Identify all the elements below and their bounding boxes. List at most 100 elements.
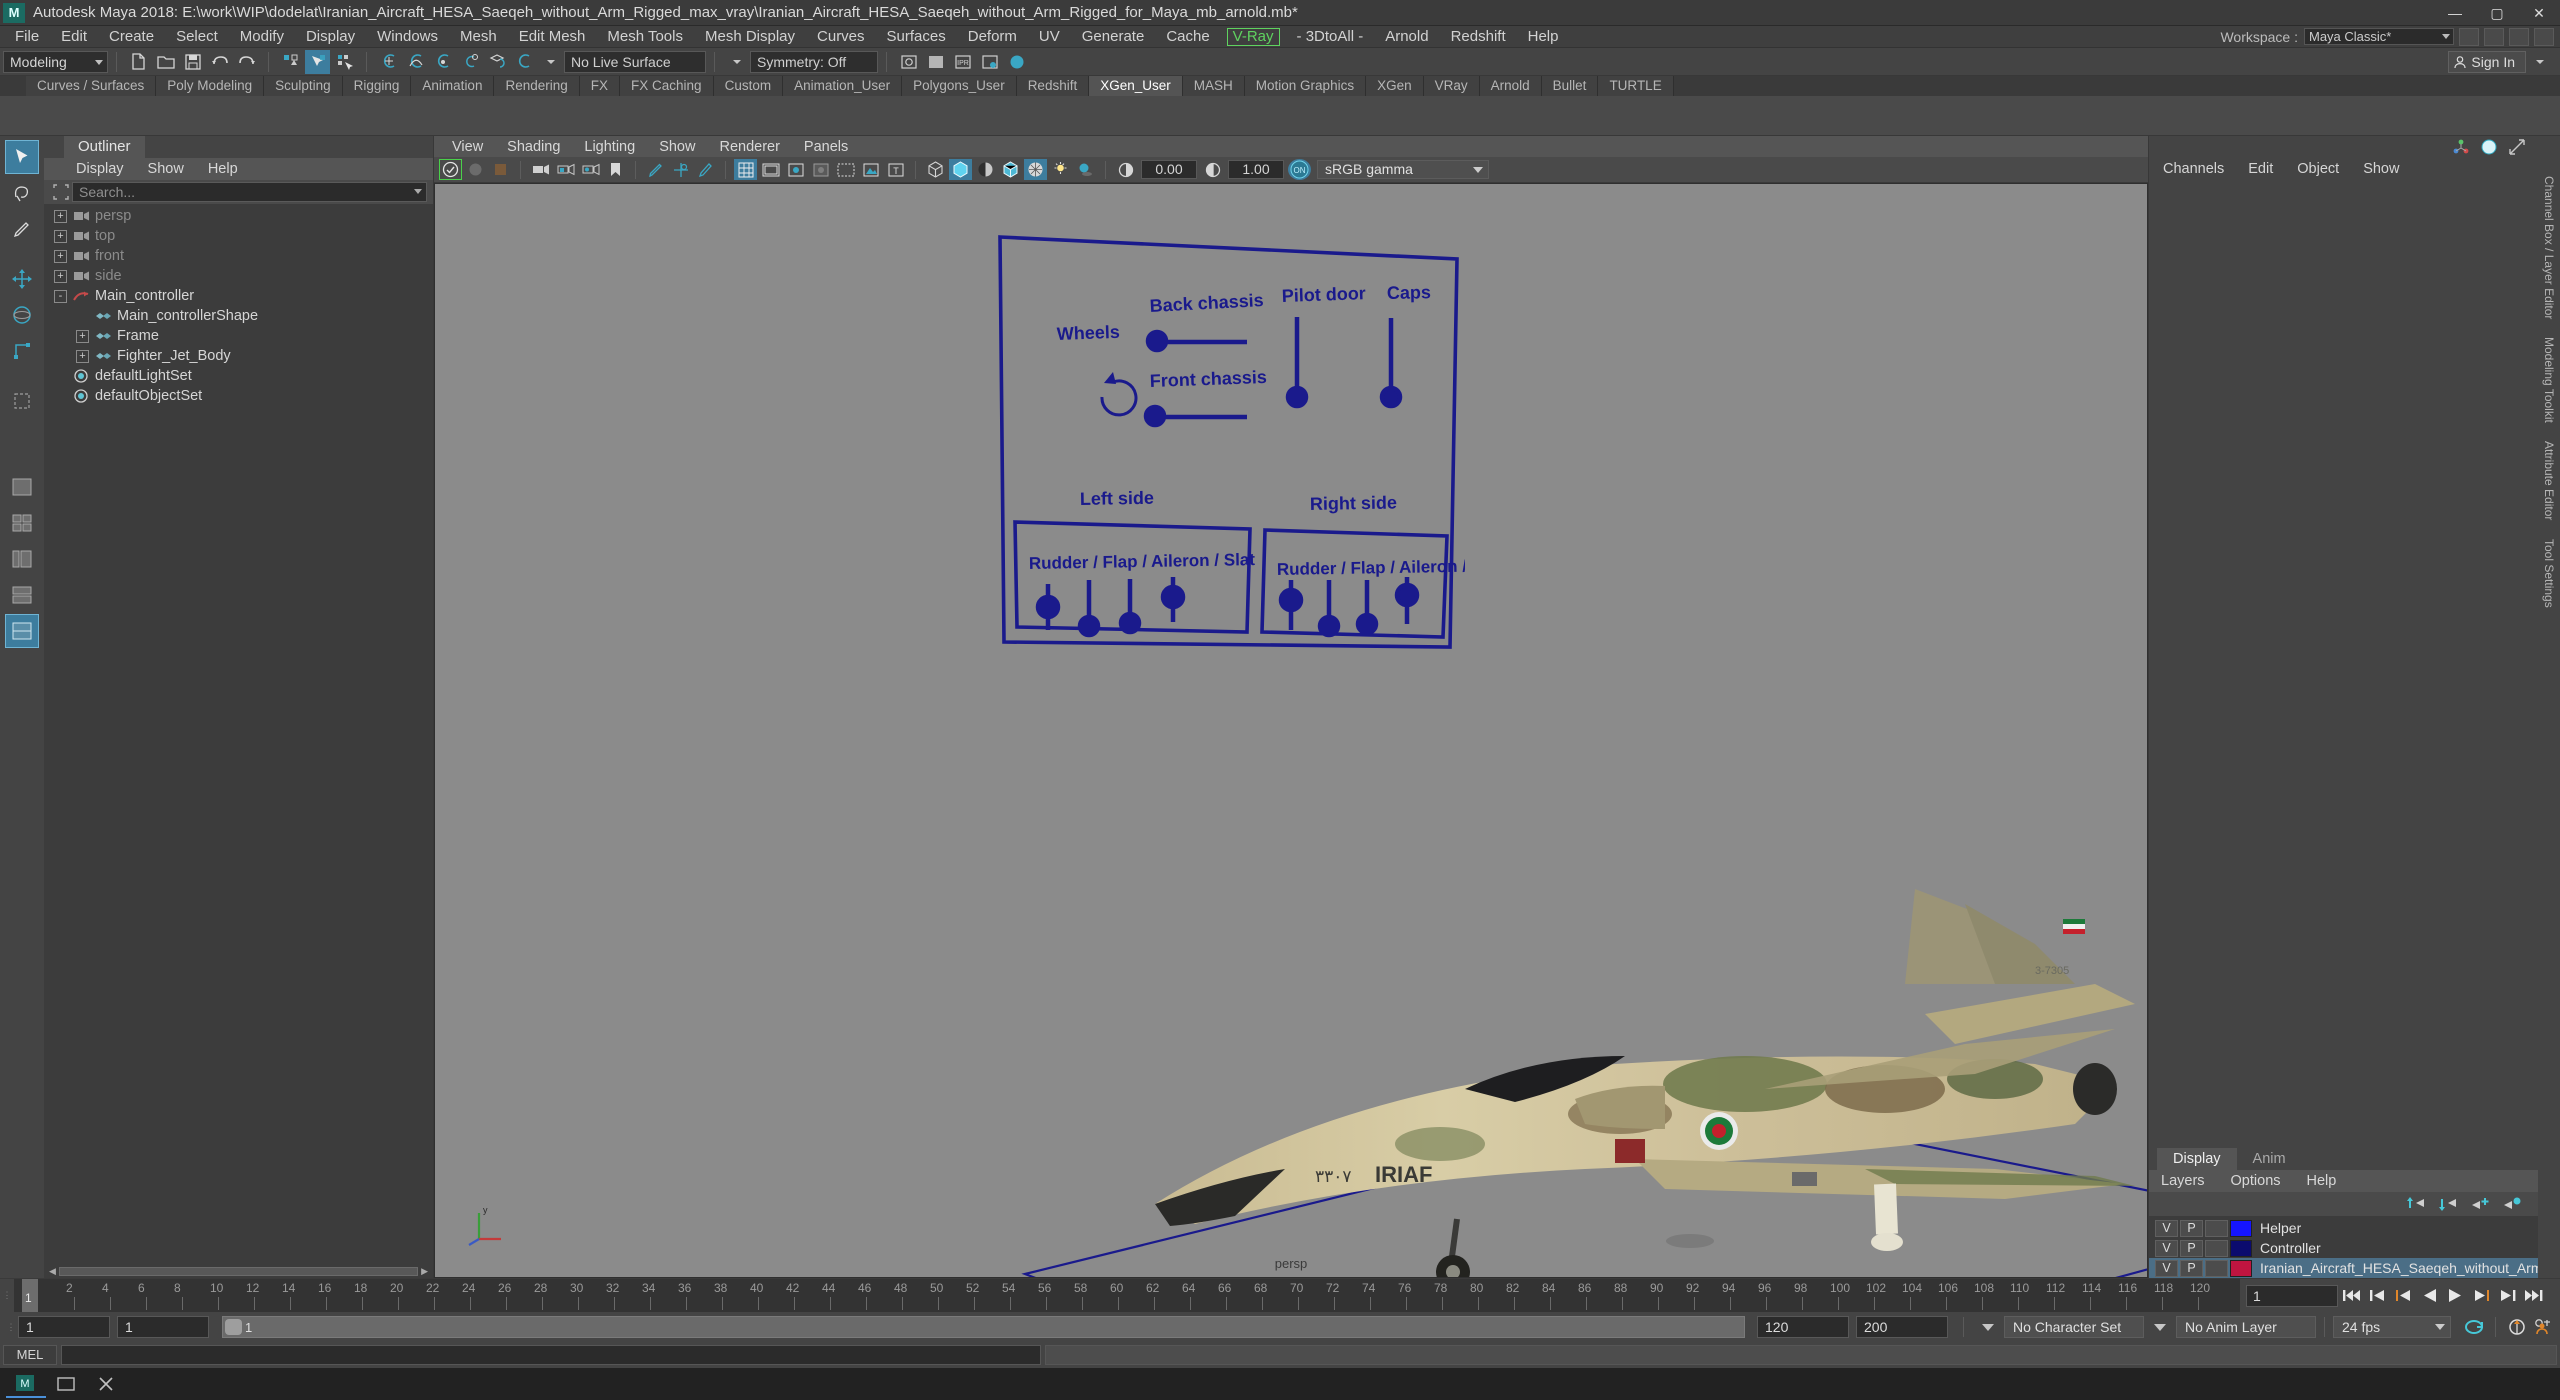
menu-item-edit-mesh[interactable]: Edit Mesh bbox=[508, 26, 597, 48]
menu-item-modify[interactable]: Modify bbox=[229, 26, 295, 48]
rail-tab-channel-box-layer-editor[interactable]: Channel Box / Layer Editor bbox=[2542, 176, 2556, 319]
xray-icon[interactable] bbox=[859, 159, 882, 180]
expand-toggle-icon[interactable]: + bbox=[54, 229, 67, 243]
search-filter-icon[interactable] bbox=[50, 183, 72, 201]
menu-item-uv[interactable]: UV bbox=[1028, 26, 1071, 48]
perspective-viewport[interactable]: IRIAF ۳۳۰۷ 3-7305 Wheels Back chassis Fr… bbox=[434, 183, 2148, 1278]
smooth-shade-icon[interactable] bbox=[949, 159, 972, 180]
camera-sphere-icon[interactable] bbox=[464, 159, 487, 180]
channel-box-body[interactable] bbox=[2149, 180, 2538, 1148]
gamma-field[interactable]: 1.00 bbox=[1228, 160, 1284, 179]
minimize-button[interactable]: — bbox=[2434, 0, 2476, 26]
paint-select-tool-icon[interactable] bbox=[5, 212, 39, 246]
layer-visibility-toggle[interactable]: V bbox=[2155, 1219, 2178, 1237]
play-backwards-icon[interactable] bbox=[2416, 1285, 2442, 1307]
shelf-tab-sculpting[interactable]: Sculpting bbox=[264, 76, 343, 96]
script-language-button[interactable]: MEL bbox=[3, 1345, 57, 1365]
animation-preferences-icon[interactable] bbox=[2530, 1316, 2556, 1338]
scroll-left-icon[interactable]: ◀ bbox=[46, 1266, 59, 1277]
channel-box-menu-object[interactable]: Object bbox=[2297, 161, 2353, 177]
film-gate-icon[interactable] bbox=[759, 159, 782, 180]
shelf-tab-poly-modeling[interactable]: Poly Modeling bbox=[156, 76, 265, 96]
color-management-toggle-icon[interactable]: ON bbox=[1288, 159, 1311, 180]
outliner-item-side[interactable]: + side bbox=[44, 266, 433, 286]
layer-playback-toggle[interactable]: P bbox=[2180, 1239, 2203, 1257]
text-icon[interactable]: T bbox=[884, 159, 907, 180]
move-layer-down-icon[interactable] bbox=[2436, 1194, 2460, 1214]
outliner-item-persp[interactable]: + persp bbox=[44, 206, 433, 226]
step-back-frame-icon[interactable] bbox=[2390, 1285, 2416, 1307]
outliner-item-main-controller[interactable]: - Main_controller bbox=[44, 286, 433, 306]
menu-item-generate[interactable]: Generate bbox=[1071, 26, 1156, 48]
viewport-menu-show[interactable]: Show bbox=[647, 139, 707, 155]
close-button[interactable]: ✕ bbox=[2518, 0, 2560, 26]
menu-set-selector[interactable]: Modeling bbox=[3, 50, 108, 73]
workspace-menu-icon[interactable] bbox=[2534, 27, 2554, 46]
menu-item-mesh[interactable]: Mesh bbox=[449, 26, 508, 48]
snap-to-point-icon[interactable] bbox=[430, 50, 455, 74]
shelf-tab-xgen[interactable]: XGen bbox=[1366, 76, 1424, 96]
viewport-menu-lighting[interactable]: Lighting bbox=[572, 139, 647, 155]
new-layer-icon[interactable] bbox=[2468, 1194, 2492, 1214]
render-sequence-icon[interactable] bbox=[923, 50, 948, 74]
new-scene-icon[interactable] bbox=[126, 50, 151, 74]
step-forward-key-icon[interactable] bbox=[2494, 1285, 2520, 1307]
anim-end-field[interactable]: 200 bbox=[1856, 1316, 1948, 1338]
color-management-selector[interactable]: sRGB gamma bbox=[1317, 160, 1489, 179]
expand-toggle-icon[interactable]: + bbox=[54, 209, 67, 223]
auto-keyframe-icon[interactable] bbox=[2504, 1316, 2530, 1338]
outliner-menu-help[interactable]: Help bbox=[196, 161, 250, 177]
anim-start-field[interactable]: 1 bbox=[18, 1316, 110, 1338]
select-camera-view-icon[interactable] bbox=[529, 159, 552, 180]
move-layer-up-icon[interactable] bbox=[2404, 1194, 2428, 1214]
layer-tab-display[interactable]: Display bbox=[2157, 1148, 2237, 1170]
channel-box-menu-edit[interactable]: Edit bbox=[2248, 161, 2287, 177]
snap-to-projected-center-icon[interactable] bbox=[457, 50, 482, 74]
menu-item-curves[interactable]: Curves bbox=[806, 26, 876, 48]
menu-item-file[interactable]: File bbox=[4, 26, 50, 48]
character-set-field[interactable]: No Character Set bbox=[2004, 1316, 2144, 1338]
current-frame-field[interactable]: 1 bbox=[2246, 1284, 2338, 1307]
modeling-toolkit-icon[interactable] bbox=[2506, 138, 2528, 156]
use-default-lighting-icon[interactable] bbox=[1049, 159, 1072, 180]
menu-item-mesh-display[interactable]: Mesh Display bbox=[694, 26, 806, 48]
range-grip[interactable]: ⋮ bbox=[4, 1321, 18, 1333]
menu-item-display[interactable]: Display bbox=[295, 26, 366, 48]
workspace-lock-icon[interactable] bbox=[2509, 27, 2529, 46]
shelf-tab-mash[interactable]: MASH bbox=[1182, 76, 1245, 96]
workspace-selector[interactable]: Maya Classic* bbox=[2304, 28, 2454, 45]
shelf-tab-arnold[interactable]: Arnold bbox=[1479, 76, 1542, 96]
menu-item-help[interactable]: Help bbox=[1517, 26, 1570, 48]
timeline-grip[interactable]: ⋮ bbox=[0, 1279, 14, 1312]
display-layer-row[interactable]: VP. Controller bbox=[2149, 1238, 2538, 1258]
outliner-item-fighter-jet-body[interactable]: + Fighter_Jet_Body bbox=[44, 346, 433, 366]
outliner-item-defaultobjectset[interactable]: defaultObjectSet bbox=[44, 386, 433, 406]
outliner-item-frame[interactable]: + Frame bbox=[44, 326, 433, 346]
maya-app-icon[interactable]: M bbox=[6, 1370, 46, 1398]
outliner-menu-show[interactable]: Show bbox=[136, 161, 196, 177]
symmetry-field[interactable]: Symmetry: Off bbox=[750, 50, 878, 73]
display-layer-row[interactable]: VP. Iranian_Aircraft_HESA_Saeqeh_without_… bbox=[2149, 1258, 2538, 1278]
render-current-frame-icon[interactable] bbox=[896, 50, 921, 74]
timeline-current-frame-indicator[interactable]: 1 bbox=[22, 1279, 38, 1312]
persp-outliner-view-icon[interactable] bbox=[5, 542, 39, 576]
layer-visibility-toggle[interactable]: V bbox=[2155, 1259, 2178, 1277]
menu-item-vray[interactable]: V-Ray bbox=[1226, 27, 1280, 46]
layer-playback-toggle[interactable]: P bbox=[2180, 1259, 2203, 1277]
rail-tab-tool-settings[interactable]: Tool Settings bbox=[2542, 539, 2556, 608]
film-origin-icon[interactable] bbox=[834, 159, 857, 180]
select-camera-icon[interactable] bbox=[439, 159, 462, 180]
grid-toggle-icon[interactable] bbox=[734, 159, 757, 180]
expand-toggle-icon[interactable]: + bbox=[54, 269, 67, 283]
attribute-editor-icon[interactable] bbox=[2478, 138, 2500, 156]
layer-color-swatch[interactable] bbox=[2230, 1259, 2252, 1277]
redo-icon[interactable] bbox=[234, 50, 259, 74]
layer-display-type-toggle[interactable]: . bbox=[2205, 1239, 2228, 1257]
anim-layer-dropdown-icon[interactable] bbox=[2154, 1323, 2166, 1331]
gate-mask-icon[interactable] bbox=[809, 159, 832, 180]
layer-menu-help[interactable]: Help bbox=[2307, 1173, 2363, 1189]
shelf-tab-polygons-user[interactable]: Polygons_User bbox=[902, 76, 1017, 96]
menu-item--3dtoall-[interactable]: - 3DtoAll - bbox=[1286, 26, 1375, 48]
outliner-item-defaultlightset[interactable]: defaultLightSet bbox=[44, 366, 433, 386]
scale-tool-icon[interactable] bbox=[5, 334, 39, 368]
